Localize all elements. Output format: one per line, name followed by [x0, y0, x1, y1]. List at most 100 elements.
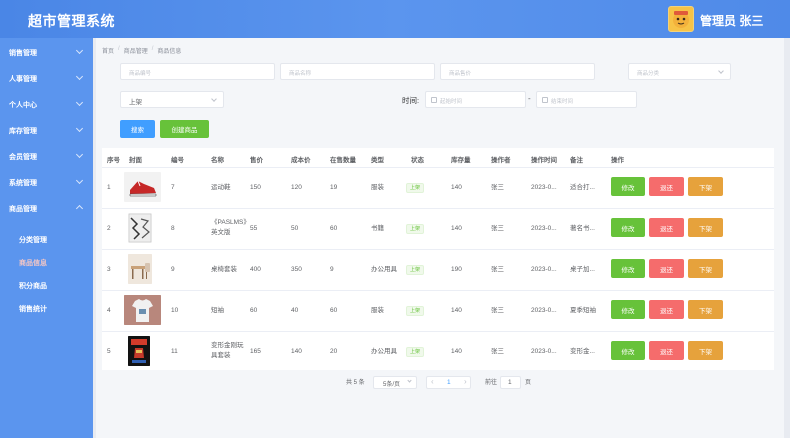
sidebar-item-sales[interactable]: 销售管理: [0, 39, 93, 65]
cell-type: 书籍: [371, 225, 384, 232]
cell-index: 1: [107, 184, 111, 191]
breadcrumb-separator: /: [151, 46, 154, 52]
avatar-icon: [673, 11, 689, 28]
calendar-icon: [431, 97, 437, 103]
sidebar-item-label: 库存管理: [9, 128, 37, 135]
end-date-input[interactable]: 结束时间: [536, 91, 637, 108]
column-header: 库存量: [451, 157, 471, 164]
user-name[interactable]: 管理员 张三: [700, 12, 763, 29]
sidebar-subitem-label: 分类管理: [19, 237, 47, 244]
cell-stock: 140: [451, 225, 462, 232]
chevron-down-icon: [211, 96, 217, 102]
edit-button[interactable]: 修改: [611, 218, 645, 237]
goto-page-value: 1: [508, 379, 512, 386]
chevron-down-icon: [75, 150, 84, 159]
column-header: 成本价: [291, 157, 311, 164]
sidebar-subitem-sales-stats[interactable]: 销售统计: [0, 297, 93, 319]
cell-quantity: 60: [330, 307, 338, 314]
delist-button[interactable]: 下架: [688, 341, 723, 360]
delist-button[interactable]: 下架: [688, 300, 723, 319]
sidebar-item-system[interactable]: 系统管理: [0, 169, 93, 195]
sidebar-subitem-label: 商品信息: [19, 260, 47, 267]
delist-button[interactable]: 下架: [688, 218, 723, 237]
search-button[interactable]: 搜索: [120, 120, 155, 138]
return-button[interactable]: 退还: [649, 259, 684, 278]
status-badge: 上架: [406, 224, 425, 234]
cell-note: 变形金...: [570, 348, 595, 355]
sidebar-item-profile[interactable]: 个人中心: [0, 91, 93, 117]
prev-page-icon[interactable]: ‹: [431, 377, 434, 386]
return-button[interactable]: 退还: [649, 300, 684, 319]
table-row: 5 11 变形金刚玩具套装 165 140 20 办公用具 上架 140 张三 …: [102, 331, 774, 371]
sidebar: 销售管理 人事管理 个人中心 库存管理 会员管理 系统管理 商品管理 分类管理 …: [0, 38, 93, 438]
return-button[interactable]: 退还: [649, 218, 684, 237]
edit-button[interactable]: 修改: [611, 341, 645, 360]
cell-stock: 190: [451, 266, 462, 273]
sidebar-subitem-product-info[interactable]: 商品信息: [0, 251, 93, 273]
product-image: [124, 295, 161, 325]
cell-id: 11: [171, 348, 178, 355]
status-select[interactable]: 上架: [120, 91, 224, 108]
breadcrumb: 首页 / 商品管理 / 商品信息: [102, 46, 181, 55]
page-size-select[interactable]: 5条/页: [373, 376, 417, 389]
sidebar-item-members[interactable]: 会员管理: [0, 143, 93, 169]
sidebar-subitem-points-products[interactable]: 积分商品: [0, 274, 93, 296]
product-name-input[interactable]: 商品名称: [280, 63, 435, 80]
cell-quantity: 60: [330, 225, 338, 232]
goto-page-input[interactable]: 1: [500, 376, 521, 389]
sidebar-subitem-label: 积分商品: [19, 283, 47, 290]
breadcrumb-item[interactable]: 商品管理: [124, 46, 148, 55]
category-select[interactable]: 商品分类: [628, 63, 731, 80]
avatar[interactable]: [668, 6, 694, 32]
column-header: 操作: [611, 157, 624, 164]
next-page-icon[interactable]: ›: [464, 377, 467, 386]
breadcrumb-separator: /: [118, 46, 120, 52]
edit-button[interactable]: 修改: [611, 177, 645, 196]
sidebar-subitem-categories[interactable]: 分类管理: [0, 228, 93, 250]
edit-button[interactable]: 修改: [611, 300, 645, 319]
cell-operator: 张三: [491, 184, 504, 191]
main-content: 首页 / 商品管理 / 商品信息 商品编号 商品名称 商品售价 商品分类 上架 …: [96, 38, 784, 438]
column-header: 备注: [570, 157, 583, 164]
breadcrumb-item[interactable]: 首页: [102, 46, 114, 55]
book-cover-icon: [128, 213, 152, 243]
cell-index: 4: [107, 307, 111, 314]
cell-time: 2023-0...: [531, 225, 557, 232]
cell-time: 2023-0...: [531, 307, 557, 314]
cell-name: 变形金刚玩具套装: [211, 342, 244, 359]
delist-button[interactable]: 下架: [688, 177, 723, 196]
cell-price: 165: [250, 348, 261, 355]
sidebar-item-inventory[interactable]: 库存管理: [0, 117, 93, 143]
app-title: 超市管理系统: [28, 13, 115, 29]
sidebar-item-hr[interactable]: 人事管理: [0, 65, 93, 91]
product-image: [128, 254, 152, 284]
return-button[interactable]: 退还: [649, 177, 684, 196]
cell-note: 夏季短袖: [570, 307, 596, 314]
desk-chair-icon: [128, 254, 152, 284]
edit-button[interactable]: 修改: [611, 259, 645, 278]
toy-box-icon: [128, 336, 150, 366]
page-number-current[interactable]: 1: [447, 379, 451, 386]
create-product-button[interactable]: 创建商品: [160, 120, 209, 138]
pager: ‹ 1 ›: [426, 376, 471, 389]
cell-cost: 350: [291, 266, 302, 273]
cell-price: 60: [250, 307, 258, 314]
cell-operator: 张三: [491, 348, 504, 355]
product-number-input[interactable]: 商品编号: [120, 63, 275, 80]
cell-price: 400: [250, 266, 261, 273]
cell-cost: 120: [291, 184, 302, 191]
start-date-input[interactable]: 起始时间: [425, 91, 526, 108]
sidebar-item-label: 个人中心: [9, 102, 37, 109]
status-badge: 上架: [406, 306, 425, 316]
sidebar-item-label: 系统管理: [9, 180, 37, 187]
return-button[interactable]: 退还: [649, 341, 684, 360]
product-price-input[interactable]: 商品售价: [440, 63, 595, 80]
delist-button[interactable]: 下架: [688, 259, 723, 278]
sidebar-item-label: 人事管理: [9, 76, 37, 83]
cell-note: 著名书...: [570, 225, 595, 232]
placeholder: 商品编号: [129, 71, 152, 77]
placeholder: 商品名称: [289, 71, 312, 77]
tshirt-icon: [124, 295, 161, 325]
product-image: [128, 213, 152, 243]
sidebar-item-products[interactable]: 商品管理: [0, 195, 93, 221]
